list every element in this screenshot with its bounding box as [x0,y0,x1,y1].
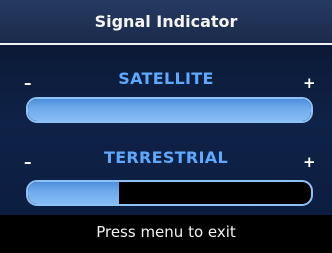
satellite-increase-icon[interactable]: + [303,76,316,91]
terrestrial-label: TERRESTRIAL [103,148,228,167]
terrestrial-signal-bar [26,180,313,206]
satellite-signal-fill [28,99,311,121]
signal-panel: – SATELLITE + – TERRESTRIAL + [0,45,332,215]
satellite-signal-bar [26,97,313,123]
page-title: Signal Indicator [94,12,238,31]
terrestrial-increase-icon[interactable]: + [303,155,316,170]
terrestrial-signal-fill [28,182,119,204]
exit-hint: Press menu to exit [96,223,236,241]
satellite-label: SATELLITE [118,69,214,88]
title-bar: Signal Indicator [0,0,332,45]
footer: Press menu to exit [0,215,332,253]
signal-indicator-screen: Signal Indicator – SATELLITE + – TERREST… [0,0,332,253]
